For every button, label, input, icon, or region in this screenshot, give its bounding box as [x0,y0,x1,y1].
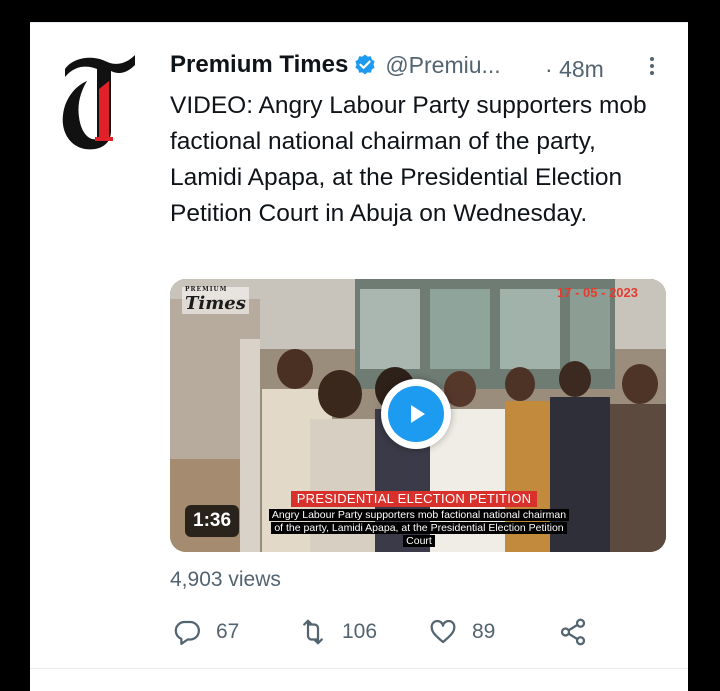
watermark-text: Times [185,293,246,314]
play-button[interactable] [381,379,451,449]
tweet-header: Premium Times @Premiu... [170,51,501,79]
share-icon [560,618,586,646]
author-handle[interactable]: @Premiu... [385,52,500,79]
time-label: 48m [559,56,604,82]
video-lower-title: PRESIDENTIAL ELECTION PETITION [291,491,537,507]
verified-badge-icon [355,54,375,75]
time-separator: · [545,56,553,82]
view-count[interactable]: 4,903 views [170,568,281,592]
video-player[interactable]: PREMIUM Times 17 - 05 - 2023 PRESIDENTIAL… [170,279,666,552]
like-count: 89 [472,620,496,643]
action-bar: 67 106 89 [170,617,600,651]
retweet-count: 106 [342,620,378,643]
retweet-button[interactable]: 106 [298,617,377,647]
author-name[interactable]: Premium Times [170,51,348,79]
reply-count: 67 [216,620,240,643]
video-date: 17 - 05 - 2023 [557,285,638,300]
avatar[interactable] [59,51,139,153]
heart-icon [430,619,456,644]
more-icon[interactable] [647,54,657,80]
video-duration: 1:36 [185,505,240,537]
tweet-text: VIDEO: Angry Labour Party supporters mob… [170,92,647,227]
retweet-icon [303,619,323,645]
play-icon [388,386,444,442]
like-button[interactable]: 89 [428,617,495,647]
video-watermark: PREMIUM Times [182,287,249,314]
caption-text: Angry Labour Party supporters mob factio… [268,509,570,547]
reply-button[interactable]: 67 [172,617,239,647]
divider [30,22,688,23]
divider [30,668,688,669]
share-button[interactable] [558,617,602,647]
video-lower-caption: Angry Labour Party supporters mob factio… [268,509,570,548]
reply-icon [174,620,200,645]
tweet-time[interactable]: · 48m [545,56,604,83]
